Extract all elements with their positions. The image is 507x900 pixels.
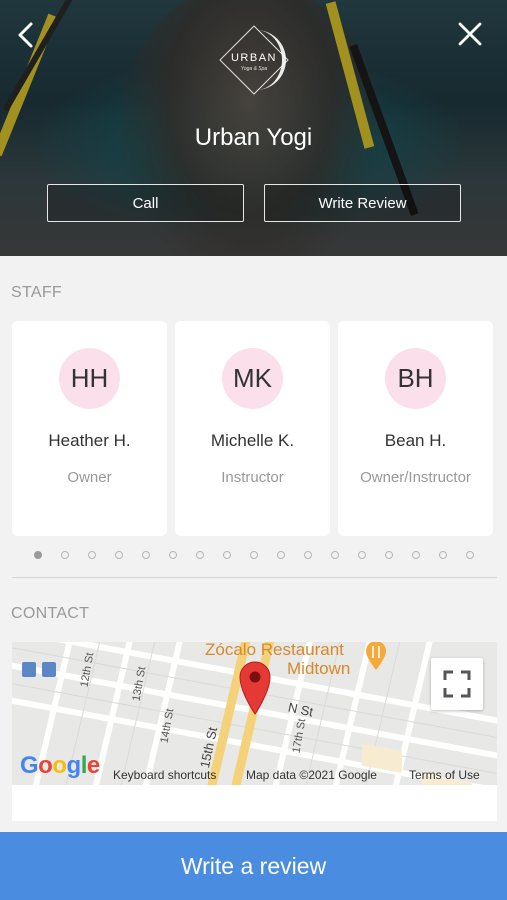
terms-of-use-link[interactable]: Terms of Use [409,768,480,782]
chevron-left-icon [18,22,33,48]
map-fullscreen-button[interactable] [431,658,483,710]
avatar: HH [59,348,120,409]
pagination-dot[interactable] [277,551,285,559]
pagination-dot[interactable] [466,551,474,559]
pagination-dot[interactable] [169,551,177,559]
close-icon [458,22,482,46]
pagination-dot[interactable] [142,551,150,559]
write-review-button[interactable]: Write Review [264,184,461,222]
map-data-attribution: Map data ©2021 Google [246,768,377,782]
pagination-dot[interactable] [88,551,96,559]
studio-logo: URBAN Yoga & Spa [216,22,292,98]
pagination-dot[interactable] [34,551,42,559]
staff-name: Bean H. [384,431,447,450]
logo-subtext: Yoga & Spa [240,66,268,72]
staff-card[interactable]: BH Bean H. Owner/Instructor [338,321,493,536]
pagination-dot[interactable] [223,551,231,559]
staff-card[interactable]: MK Michelle K. Instructor [175,321,330,536]
transit-icon[interactable] [42,662,56,677]
staff-name: Michelle K. [210,431,295,450]
pagination-dot[interactable] [196,551,204,559]
map-pin-icon[interactable] [238,660,272,716]
staff-section-label: STAFF [11,284,62,301]
restaurant-icon[interactable] [364,642,388,672]
contact-section-label: CONTACT [11,605,90,622]
pagination-dot[interactable] [304,551,312,559]
staff-name: Heather H. [48,431,131,450]
pagination-dot[interactable] [412,551,420,559]
pagination-dot[interactable] [358,551,366,559]
google-logo: Google [20,752,100,779]
write-a-review-button[interactable]: Write a review [0,832,507,900]
staff-role: Owner [67,469,112,486]
poi-name-line2: Midtown [287,659,351,678]
staff-card[interactable]: HH Heather H. Owner [12,321,167,536]
pagination-dot[interactable] [385,551,393,559]
keyboard-shortcuts-link[interactable]: Keyboard shortcuts [113,768,216,782]
section-divider [12,577,497,578]
poi-name[interactable]: Zócalo Restaurant [205,642,344,660]
pagination-dot[interactable] [250,551,258,559]
close-button[interactable] [454,18,486,50]
avatar: MK [222,348,283,409]
staff-role: Owner/Instructor [360,469,471,486]
pagination-dot[interactable] [331,551,339,559]
pagination-dot[interactable] [115,551,123,559]
pagination-dot[interactable] [61,551,69,559]
transit-icon[interactable] [22,662,36,677]
contact-card-footer [12,785,497,821]
carousel-pagination [0,551,507,561]
fullscreen-icon [443,670,471,698]
back-button[interactable] [12,18,42,52]
hero-header: URBAN Yoga & Spa Urban Yogi Call Write R… [0,0,507,256]
call-button[interactable]: Call [47,184,244,222]
studio-name: Urban Yogi [194,124,313,151]
logo-text: URBAN [230,52,277,64]
avatar: BH [385,348,446,409]
pagination-dot[interactable] [439,551,447,559]
location-map[interactable]: 12th St 13th St 14th St 15th St 17th St … [12,642,497,785]
staff-role: Instructor [221,469,284,486]
